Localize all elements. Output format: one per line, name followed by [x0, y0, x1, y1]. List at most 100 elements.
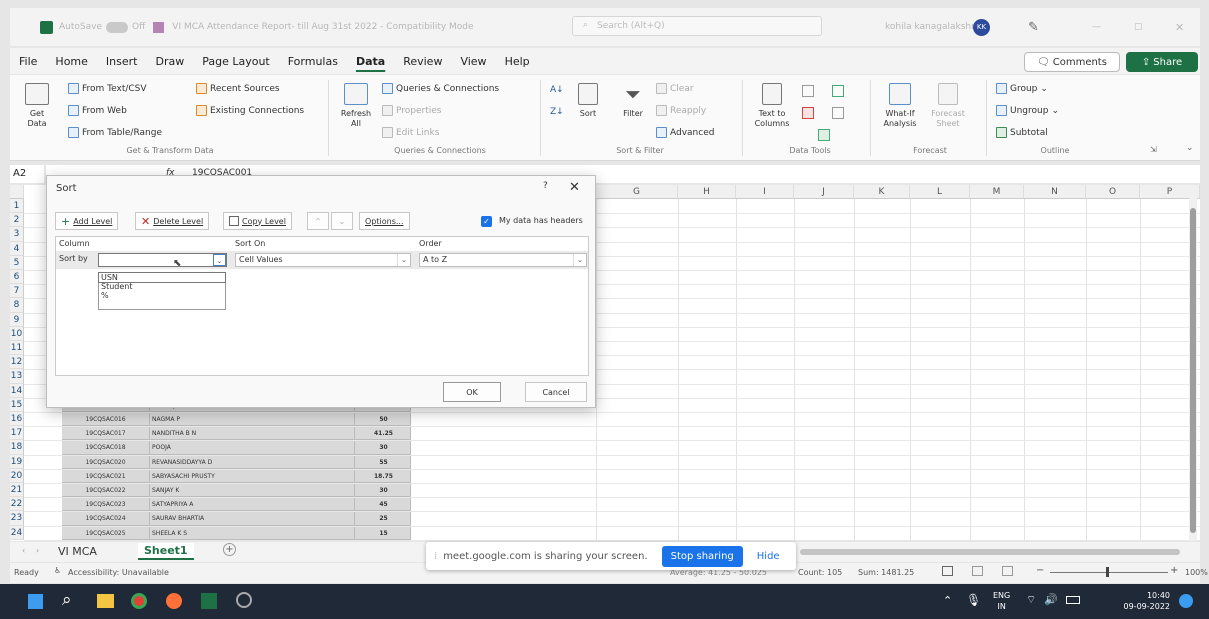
table-cell-name[interactable]: NANDITHA B N — [150, 427, 355, 441]
accessibility-status[interactable]: Accessibility: Unavailable — [68, 568, 169, 577]
horizontal-scrollbar[interactable] — [800, 549, 1180, 555]
table-cell-name[interactable]: SATYAPRIYA A — [150, 498, 355, 512]
chevron-up-icon[interactable]: ⌃ — [943, 594, 952, 607]
wifi-icon[interactable]: ⌔ — [1026, 593, 1036, 607]
consolidate-icon[interactable] — [832, 107, 844, 119]
add-level-button[interactable]: + Add Level — [55, 212, 119, 230]
search-input[interactable]: ⌕ Search (Alt+Q) — [572, 16, 822, 36]
row-header[interactable]: 2 — [10, 213, 24, 228]
share-button[interactable]: ⇪ Share — [1126, 52, 1198, 72]
column-header-m[interactable]: M — [970, 185, 1024, 199]
table-cell-pct[interactable]: 30 — [355, 441, 411, 455]
normal-view-icon[interactable] — [942, 566, 953, 576]
table-cell-usn[interactable]: 19CQSAC017 — [62, 427, 150, 441]
table-cell-usn[interactable]: 19CQSAC020 — [62, 455, 150, 469]
dialog-launcher-icon[interactable]: ⇲ — [1150, 145, 1157, 154]
flash-fill-icon[interactable] — [802, 85, 814, 97]
ungroup-button[interactable]: Ungroup ⌄ — [996, 105, 1059, 116]
file-explorer-icon[interactable] — [97, 594, 114, 608]
menu-help[interactable]: Help — [496, 55, 539, 68]
zoom-slider-thumb[interactable] — [1106, 567, 1109, 577]
hide-button[interactable]: Hide — [757, 551, 780, 562]
menu-file[interactable]: File — [10, 55, 46, 68]
minimize-icon[interactable]: — — [1092, 22, 1101, 32]
column-header-l[interactable]: L — [910, 185, 970, 199]
remove-duplicates-icon[interactable] — [802, 107, 814, 119]
row-header[interactable]: 21 — [10, 483, 24, 498]
row-header[interactable]: 16 — [10, 412, 24, 427]
scrollbar-thumb[interactable] — [1190, 208, 1196, 533]
ok-button[interactable]: OK — [443, 382, 501, 402]
from-web-button[interactable]: From Web — [68, 105, 127, 116]
column-header-h[interactable]: H — [678, 185, 736, 199]
table-cell-usn[interactable]: 19CQSAC022 — [62, 484, 150, 498]
table-cell-usn[interactable]: 19CQSAC016 — [62, 413, 150, 427]
what-if-analysis-button[interactable]: What-If Analysis — [878, 83, 922, 129]
copy-level-button[interactable]: Copy Level — [223, 212, 292, 230]
table-cell-pct[interactable]: 41.25 — [355, 427, 411, 441]
options-button[interactable]: Options... — [359, 212, 410, 230]
dropdown-option-percent[interactable]: % — [99, 291, 225, 300]
table-cell-name[interactable]: SHEELA K S — [150, 526, 355, 540]
collapse-ribbon-icon[interactable]: ⌄ — [1186, 143, 1194, 153]
forecast-sheet-button[interactable]: Forecast Sheet — [930, 83, 966, 129]
zoom-out-icon[interactable]: − — [1036, 565, 1044, 576]
windows-start-icon[interactable] — [28, 594, 43, 609]
sort-by-select[interactable]: ⌄ — [98, 253, 227, 267]
menu-insert[interactable]: Insert — [97, 55, 147, 68]
text-to-columns-button[interactable]: Text to Columns — [750, 83, 794, 129]
queries-connections-button[interactable]: Queries & Connections — [382, 83, 499, 94]
microphone-icon[interactable]: 🎙 — [966, 593, 981, 607]
table-cell-pct[interactable]: 50 — [355, 413, 411, 427]
reapply-button[interactable]: Reapply — [656, 105, 706, 116]
row-header[interactable]: 5 — [10, 255, 24, 270]
row-header[interactable]: 9 — [10, 312, 24, 327]
from-text-csv-button[interactable]: From Text/CSV — [68, 83, 147, 94]
volume-icon[interactable]: 🔊 — [1044, 593, 1058, 606]
row-header[interactable]: 19 — [10, 454, 24, 469]
sort-az-icon[interactable]: A↓ Z↓ — [550, 85, 564, 118]
column-header-g[interactable]: G — [596, 185, 678, 199]
table-cell-usn[interactable]: 19CQSAC018 — [62, 441, 150, 455]
row-header[interactable]: 20 — [10, 468, 24, 483]
column-header-i[interactable]: I — [736, 185, 794, 199]
menu-page-layout[interactable]: Page Layout — [193, 55, 279, 68]
row-header[interactable]: 23 — [10, 511, 24, 526]
refresh-all-button[interactable]: Refresh All — [338, 83, 374, 129]
cancel-button[interactable]: Cancel — [525, 382, 587, 402]
table-cell-pct[interactable]: 25 — [355, 512, 411, 526]
stop-sharing-button[interactable]: Stop sharing — [661, 545, 743, 567]
row-header[interactable]: 7 — [10, 284, 24, 299]
table-cell-usn[interactable]: 19CQSAC023 — [62, 498, 150, 512]
row-header[interactable]: 4 — [10, 241, 24, 256]
sheet-tab-sheet1[interactable]: Sheet1 — [138, 543, 194, 560]
row-header[interactable]: 10 — [10, 326, 24, 341]
row-header[interactable]: 17 — [10, 426, 24, 441]
select-all-corner[interactable] — [10, 185, 24, 199]
table-cell-usn[interactable]: 19CQSAC024 — [62, 512, 150, 526]
table-cell-name[interactable]: NAGMA P — [150, 413, 355, 427]
clear-button[interactable]: Clear — [656, 83, 694, 94]
move-up-button[interactable]: ⌃ — [307, 212, 329, 230]
dropdown-option-usn[interactable]: USN — [98, 272, 226, 283]
name-box[interactable]: A2 — [10, 165, 44, 183]
sheet-tab-vi-mca[interactable]: VI MCA — [58, 545, 97, 558]
data-validation-icon[interactable] — [832, 85, 844, 97]
menu-draw[interactable]: Draw — [146, 55, 193, 68]
sheet-prev-icon[interactable]: ‹ — [22, 546, 25, 555]
table-cell-pct[interactable]: 15 — [355, 526, 411, 540]
row-header[interactable]: 11 — [10, 341, 24, 356]
table-cell-usn[interactable]: 19CQSAC025 — [62, 526, 150, 540]
row-header[interactable]: 6 — [10, 270, 24, 285]
autosave-toggle[interactable] — [106, 21, 128, 33]
pen-icon[interactable]: ✎ — [1028, 20, 1039, 35]
dialog-close-icon[interactable]: ✕ — [569, 180, 580, 195]
filter-button[interactable]: ⏷ Filter — [618, 83, 648, 118]
row-header[interactable]: 12 — [10, 355, 24, 370]
subtotal-button[interactable]: Subtotal — [996, 127, 1048, 138]
vertical-scrollbar[interactable] — [1189, 196, 1197, 541]
help-button[interactable]: ? — [543, 181, 548, 191]
page-break-view-icon[interactable] — [1002, 566, 1013, 576]
menu-review[interactable]: Review — [394, 55, 451, 68]
search-taskbar-icon[interactable]: ⌕ — [62, 590, 72, 610]
